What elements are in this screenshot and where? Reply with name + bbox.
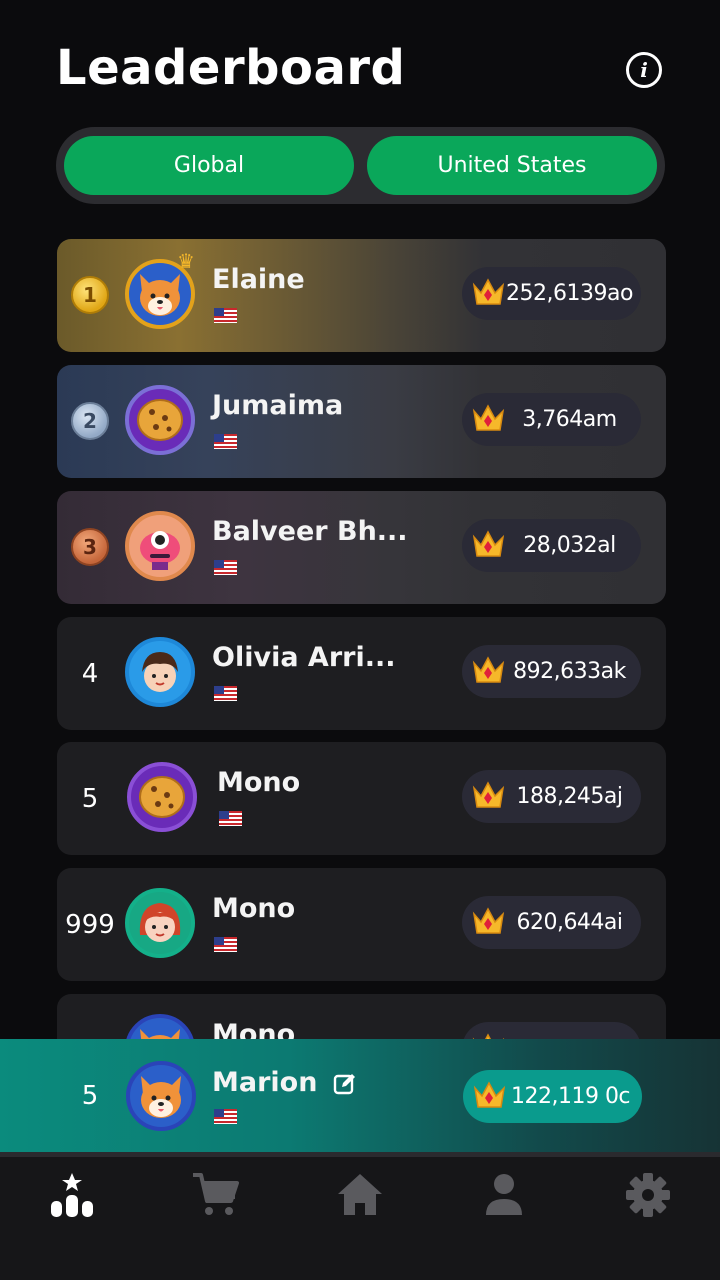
score-pill: 3,764am	[462, 393, 641, 446]
rank-number: 5	[81, 783, 99, 814]
us-flag-icon	[214, 434, 237, 449]
gold-medal-icon: 1	[71, 276, 109, 314]
leaderboard-row[interactable]: 5 Mono 188,245aj	[57, 742, 666, 855]
cookie-avatar-icon	[127, 762, 197, 832]
boy-avatar-icon	[125, 637, 195, 707]
leaderboard-row[interactable]: 999 Mono 620,644ai	[57, 868, 666, 981]
profile-icon	[486, 1174, 522, 1215]
gear-icon	[626, 1173, 670, 1217]
score-value: 620,644ai	[516, 910, 623, 935]
score-pill: 122,119 0c	[463, 1070, 642, 1123]
score-value: 28,032al	[523, 533, 616, 558]
crown-icon	[472, 404, 505, 431]
fox-avatar-icon	[126, 1061, 196, 1131]
edit-icon[interactable]	[333, 1072, 357, 1096]
player-name: Marion	[212, 1067, 318, 1098]
bottom-nav	[0, 1157, 720, 1280]
home-icon	[338, 1174, 382, 1215]
crown-icon	[473, 1081, 506, 1108]
crown-icon	[472, 907, 505, 934]
score-pill: 28,032al	[462, 519, 641, 572]
leaderboard-row[interactable]: 3 Balveer Bh... 28,032al	[57, 491, 666, 604]
player-name: Balveer Bh...	[212, 516, 408, 547]
crown-badge-icon: ♛	[177, 249, 195, 273]
rank-number: 4	[81, 658, 99, 689]
us-flag-icon	[219, 811, 242, 826]
player-name: Elaine	[212, 264, 305, 295]
bronze-medal-icon: 3	[71, 528, 109, 566]
tab-shop[interactable]	[144, 1157, 288, 1280]
score-pill: 892,633ak	[462, 645, 641, 698]
tab-settings[interactable]	[576, 1157, 720, 1280]
player-name: Jumaima	[212, 390, 344, 421]
us-flag-icon	[214, 560, 237, 575]
player-name: Olivia Arri...	[212, 642, 396, 673]
us-flag-icon	[214, 686, 237, 701]
score-value: 252,6139ao	[506, 281, 633, 306]
cookie-avatar-icon	[125, 385, 195, 455]
crown-icon	[472, 1033, 505, 1039]
crown-icon	[472, 530, 505, 557]
score-pill: 252,6139ao	[462, 267, 641, 320]
score-value: 188,245aj	[516, 784, 623, 809]
us-flag-icon	[214, 1109, 237, 1124]
crown-icon	[472, 656, 505, 683]
leaderboard-row[interactable]: 2 Jumaima 3,764am	[57, 365, 666, 478]
rank-number: 999	[65, 909, 115, 940]
girl-avatar-icon	[125, 888, 195, 958]
tab-country[interactable]: United States	[367, 136, 657, 195]
us-flag-icon	[214, 937, 237, 952]
player-name: Mono	[212, 893, 296, 924]
crown-icon	[472, 278, 505, 305]
score-pill	[462, 1022, 641, 1039]
leaderboard-icon	[51, 1173, 93, 1217]
score-value: 892,633ak	[513, 659, 626, 684]
score-pill: 620,644ai	[462, 896, 641, 949]
tab-home[interactable]	[288, 1157, 432, 1280]
score-pill: 188,245aj	[462, 770, 641, 823]
us-flag-icon	[214, 308, 237, 323]
leaderboard-row[interactable]: 1 ♛ Elaine 252,6139ao	[57, 239, 666, 352]
silver-medal-icon: 2	[71, 402, 109, 440]
score-value: 3,764am	[522, 407, 617, 432]
player-name: Mono	[217, 767, 301, 798]
crown-icon	[472, 781, 505, 808]
alien-avatar-icon	[125, 511, 195, 581]
leaderboard-row[interactable]: Mono	[57, 994, 666, 1039]
tab-profile[interactable]	[432, 1157, 576, 1280]
info-icon[interactable]: i	[626, 52, 662, 88]
fox-avatar-icon	[125, 1014, 195, 1039]
page-title: Leaderboard	[56, 40, 406, 96]
rank-number: 5	[81, 1080, 99, 1111]
player-name-row: Marion	[212, 1067, 357, 1098]
tab-leaderboard[interactable]	[0, 1157, 144, 1280]
player-name: Mono	[212, 1019, 296, 1039]
current-user-row[interactable]: 5 Marion 122,119 0c	[0, 1039, 720, 1152]
leaderboard-row[interactable]: 4 Olivia Arri... 892,633ak	[57, 617, 666, 730]
leaderboard-list[interactable]: 1 ♛ Elaine 252,6139ao 2 Jumaima 3,764am …	[57, 239, 666, 1039]
scope-toggle: Global United States	[56, 127, 665, 204]
score-value: 122,119 0c	[510, 1084, 631, 1109]
cart-icon	[193, 1173, 239, 1215]
tab-global[interactable]: Global	[64, 136, 354, 195]
